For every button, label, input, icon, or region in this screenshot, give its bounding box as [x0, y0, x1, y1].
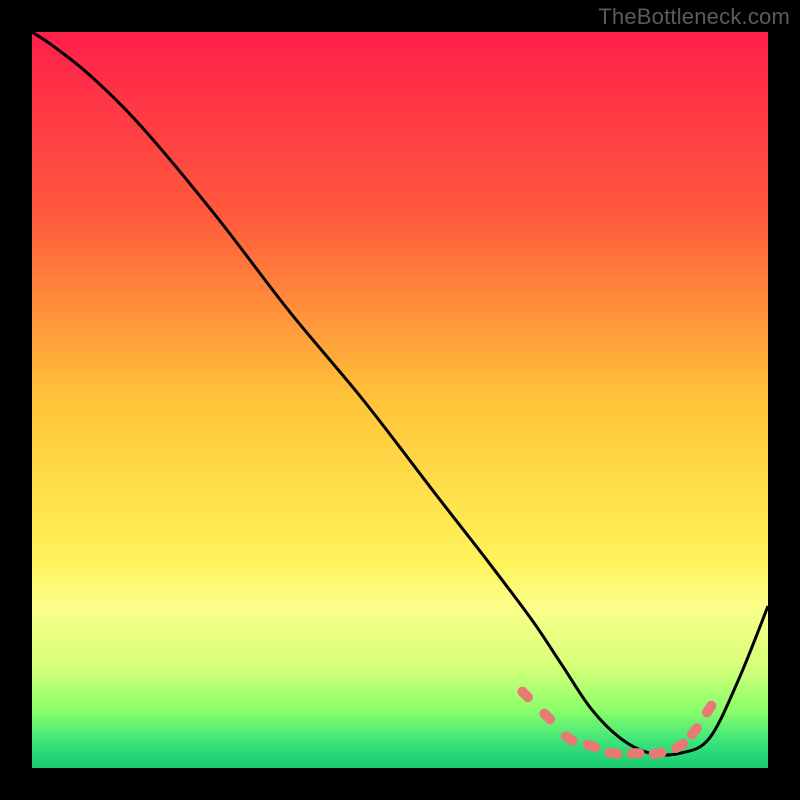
plot-area [32, 32, 768, 768]
chart-svg [32, 32, 768, 768]
chart-frame: TheBottleneck.com [0, 0, 800, 800]
gradient-rect [32, 32, 768, 768]
marker-dot [627, 748, 645, 758]
watermark-text: TheBottleneck.com [598, 4, 790, 30]
